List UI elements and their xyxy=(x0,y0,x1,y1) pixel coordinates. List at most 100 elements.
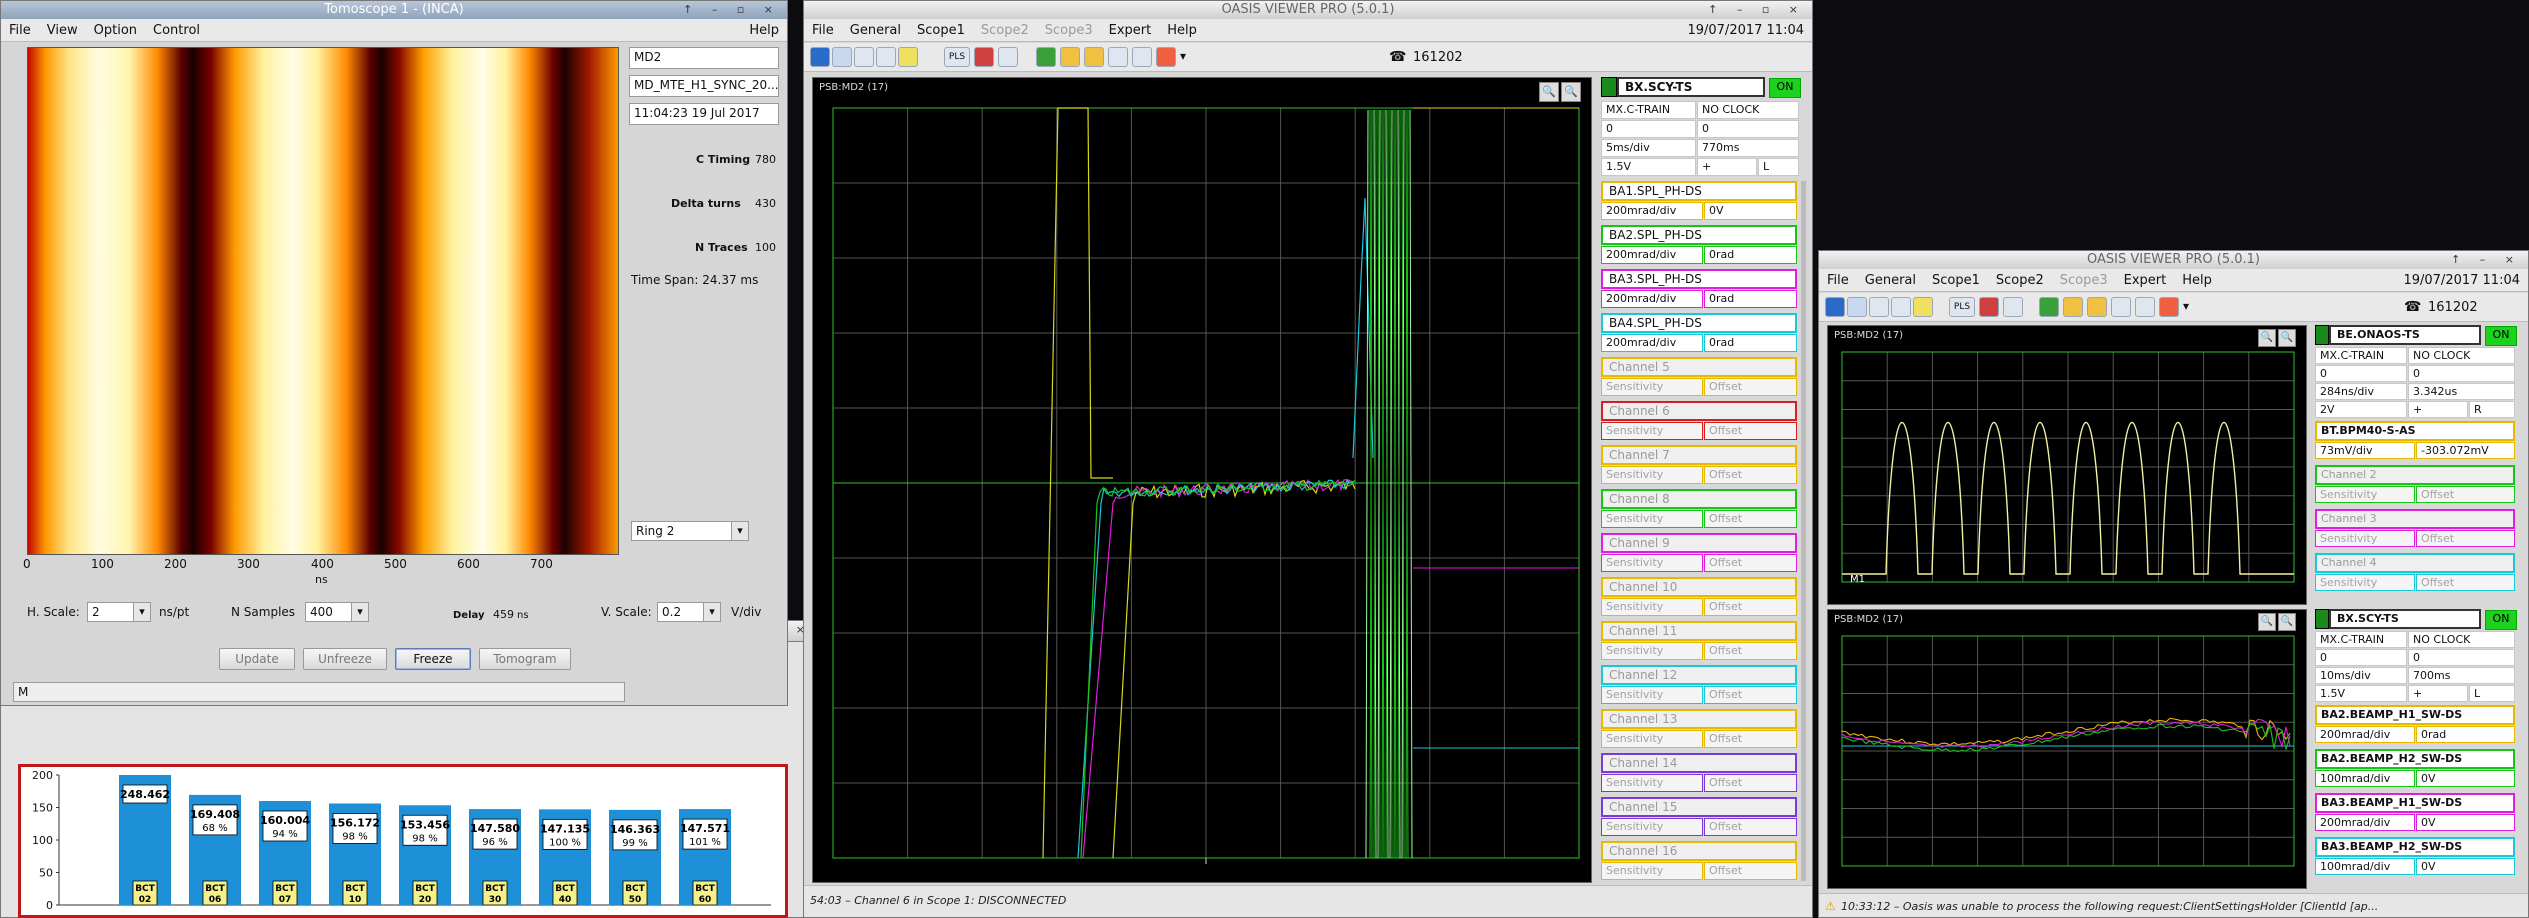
timebase[interactable]: 5ms/div xyxy=(1601,139,1696,157)
menu-general[interactable]: General xyxy=(1865,273,1916,288)
device-name[interactable]: BX.SCY-TS xyxy=(1617,77,1765,97)
vertical-scrollbar[interactable] xyxy=(1801,181,1806,881)
vscale-select[interactable]: 0.2 xyxy=(657,602,721,622)
trigger-source[interactable]: NO CLOCK xyxy=(2408,631,2515,648)
channel-sensitivity[interactable]: 100mrad/div xyxy=(2315,770,2415,787)
channel-offset[interactable]: Offset xyxy=(1704,510,1797,528)
chevron-down-icon[interactable]: ▾ xyxy=(1180,49,1186,63)
trigger-source[interactable]: MX.C-TRAIN xyxy=(2315,631,2407,648)
plug-icon[interactable] xyxy=(898,47,918,67)
channel-name[interactable]: Channel 7 xyxy=(1601,445,1797,465)
trigger-source[interactable]: MX.C-TRAIN xyxy=(1601,101,1696,119)
channel-name[interactable]: Channel 8 xyxy=(1601,489,1797,509)
channel-name[interactable]: BA2.SPL_PH-DS xyxy=(1601,225,1797,245)
config-icon[interactable] xyxy=(854,47,874,67)
menu-scope3[interactable]: Scope3 xyxy=(1045,23,1093,38)
stop-icon[interactable] xyxy=(1156,47,1176,67)
menu-scope3[interactable]: Scope3 xyxy=(2060,273,2108,288)
channel-offset[interactable]: 0V xyxy=(2416,770,2515,787)
channel-offset[interactable]: 0rad xyxy=(2416,726,2515,743)
trigger-coupling[interactable]: R xyxy=(2469,401,2515,418)
share-icon[interactable] xyxy=(2135,297,2155,317)
channel-sensitivity[interactable]: 200mrad/div xyxy=(1601,334,1703,352)
channel-name[interactable]: Channel 10 xyxy=(1601,577,1797,597)
channel-offset[interactable]: -303.072mV xyxy=(2416,442,2515,459)
channel-sensitivity[interactable]: Sensitivity xyxy=(1601,598,1703,616)
export-icon[interactable] xyxy=(2063,297,2083,317)
channel-sensitivity[interactable]: Sensitivity xyxy=(1601,774,1703,792)
on-toggle[interactable]: ON xyxy=(1769,78,1801,98)
channel-name[interactable]: Channel 16 xyxy=(1601,841,1797,861)
top-scope[interactable]: PSB:MD2 (17) 🔍 🔍 M1 xyxy=(1827,325,2307,605)
menu-scope2[interactable]: Scope2 xyxy=(1996,273,2044,288)
channel-name[interactable]: Channel 14 xyxy=(1601,753,1797,773)
channel-sensitivity[interactable]: 200mrad/div xyxy=(1601,290,1703,308)
channel-offset[interactable]: Offset xyxy=(1704,818,1797,836)
timebase[interactable]: 3.342us xyxy=(2408,383,2515,400)
channel-sensitivity[interactable]: Sensitivity xyxy=(1601,642,1703,660)
trigger-source[interactable]: MX.C-TRAIN xyxy=(2315,347,2407,364)
device-name[interactable]: BX.SCY-TS xyxy=(2329,609,2481,629)
delay[interactable]: 770ms xyxy=(1697,139,1799,157)
channel-name[interactable]: BA2.BEAMP_H1_SW-DS xyxy=(2315,705,2515,725)
oasis-small-titlebar[interactable]: OASIS VIEWER PRO (5.0.1) ↑ – × xyxy=(1819,251,2528,270)
globe-icon[interactable] xyxy=(810,47,830,67)
channel-sensitivity[interactable]: Sensitivity xyxy=(1601,422,1703,440)
n-traces-spinner[interactable]: 100 xyxy=(755,241,776,254)
menu-option[interactable]: Option xyxy=(94,23,137,38)
channel-name[interactable]: Channel 15 xyxy=(1601,797,1797,817)
menu-file[interactable]: File xyxy=(812,23,834,38)
trigger-value[interactable]: 0 xyxy=(1697,120,1799,138)
channel-name[interactable]: Channel 5 xyxy=(1601,357,1797,377)
channel-offset[interactable]: 0V xyxy=(1704,202,1797,220)
channel-sensitivity[interactable]: 100mrad/div xyxy=(2315,858,2415,875)
channel-sensitivity[interactable]: 200mrad/div xyxy=(1601,246,1703,264)
channel-sensitivity[interactable]: Sensitivity xyxy=(2315,530,2415,547)
share-icon[interactable] xyxy=(1132,47,1152,67)
menu-help[interactable]: Help xyxy=(2182,273,2212,288)
channel-offset[interactable]: 0rad xyxy=(1704,290,1797,308)
channel-offset[interactable]: Offset xyxy=(1704,730,1797,748)
oasis-main-titlebar[interactable]: OASIS VIEWER PRO (5.0.1) ↑ – ▫ × xyxy=(804,1,1812,20)
channel-name[interactable]: Channel 13 xyxy=(1601,709,1797,729)
on-toggle[interactable]: ON xyxy=(2485,326,2517,346)
channel-sensitivity[interactable]: 73mV/div xyxy=(2315,442,2415,459)
channel-name[interactable]: Channel 3 xyxy=(2315,509,2515,529)
channel-name[interactable]: Channel 2 xyxy=(2315,465,2515,485)
channel-sensitivity[interactable]: Sensitivity xyxy=(1601,862,1703,880)
channel-name[interactable]: Channel 9 xyxy=(1601,533,1797,553)
layout-icon[interactable] xyxy=(998,47,1018,67)
channel-offset[interactable]: Offset xyxy=(1704,642,1797,660)
device-name[interactable]: BE.ONAOS-TS xyxy=(2329,325,2481,345)
channel-offset[interactable]: Offset xyxy=(1704,862,1797,880)
antenna-icon[interactable] xyxy=(2111,297,2131,317)
connect-icon[interactable] xyxy=(1847,297,1867,317)
channel-sensitivity[interactable]: 200mrad/div xyxy=(2315,726,2415,743)
record-icon[interactable] xyxy=(974,47,994,67)
channel-offset[interactable]: Offset xyxy=(2416,530,2515,547)
channel-sensitivity[interactable]: Sensitivity xyxy=(1601,818,1703,836)
menu-file[interactable]: File xyxy=(1827,273,1849,288)
channel-name[interactable]: BA2.BEAMP_H2_SW-DS xyxy=(2315,749,2515,769)
menu-scope1[interactable]: Scope1 xyxy=(917,23,965,38)
channel-offset[interactable]: Offset xyxy=(2416,574,2515,591)
channel-name[interactable]: BA1.SPL_PH-DS xyxy=(1601,181,1797,201)
freeze-button[interactable]: Freeze xyxy=(395,648,471,670)
refresh-icon[interactable] xyxy=(876,47,896,67)
menu-control[interactable]: Control xyxy=(153,23,200,38)
trigger-value[interactable]: 0 xyxy=(2315,365,2407,382)
ring-select[interactable]: Ring 2 xyxy=(631,521,749,541)
delta-turns-spinner[interactable]: 430 xyxy=(755,197,776,210)
channel-offset[interactable]: Offset xyxy=(1704,422,1797,440)
channel-name[interactable]: BA4.SPL_PH-DS xyxy=(1601,313,1797,333)
menu-scope1[interactable]: Scope1 xyxy=(1932,273,1980,288)
channel-name[interactable]: Channel 12 xyxy=(1601,665,1797,685)
globe-icon[interactable] xyxy=(1825,297,1845,317)
trigger-value[interactable]: 0 xyxy=(2408,365,2515,382)
channel-name[interactable]: BT.BPM40-S-AS xyxy=(2315,421,2515,441)
menu-help[interactable]: Help xyxy=(1167,23,1197,38)
channel-sensitivity[interactable]: Sensitivity xyxy=(1601,510,1703,528)
channel-sensitivity[interactable]: 200mrad/div xyxy=(1601,202,1703,220)
tomogram-button[interactable]: Tomogram xyxy=(479,648,571,670)
trigger-slope[interactable]: + xyxy=(2408,685,2468,702)
